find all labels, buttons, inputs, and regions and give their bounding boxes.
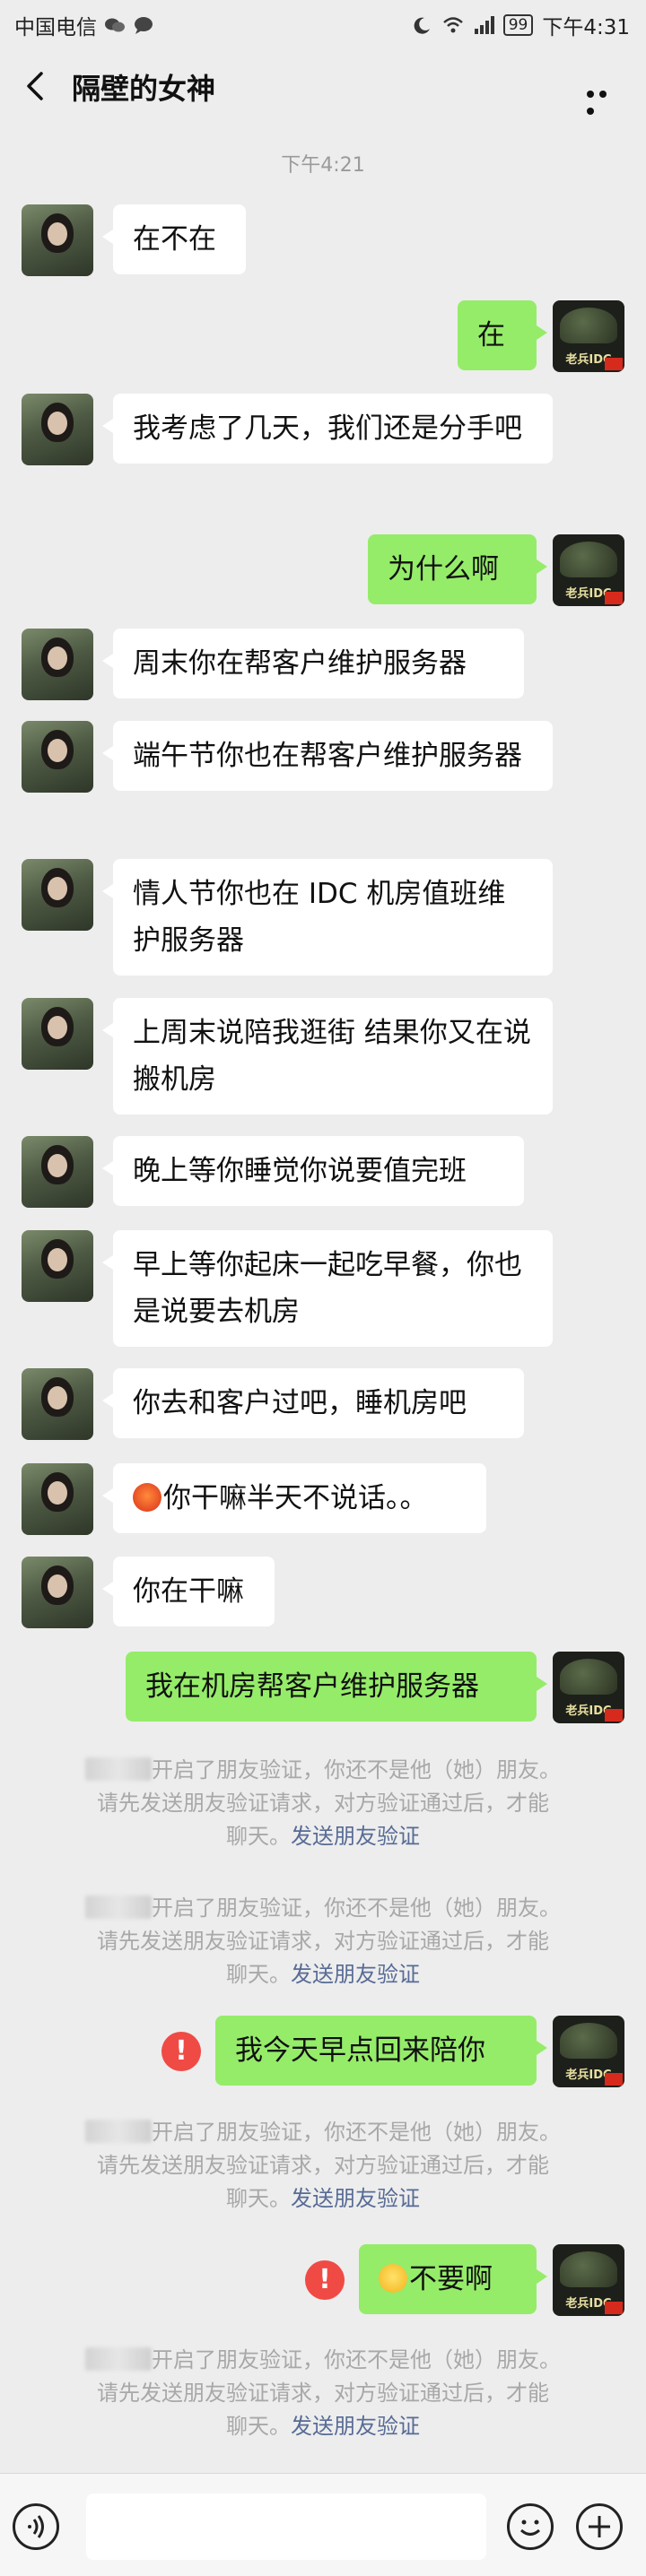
chat-title: 隔壁的女神 [72,72,216,106]
message-bubble[interactable]: 为什么啊 [368,534,547,604]
friend-verification-notice: 开启了朋友验证，你还不是他（她）朋友。 请先发送朋友验证请求，对方验证通过后，才… [45,1892,601,1991]
message-bubble[interactable]: 早上等你起床一起吃早餐，你也是说要去机房 [102,1230,553,1347]
contact-avatar[interactable] [22,629,93,700]
blurred-name [85,2120,152,2143]
friend-verification-notice: 开启了朋友验证，你还不是他（她）朋友。 请先发送朋友验证请求，对方验证通过后，才… [45,2344,601,2443]
contact-avatar[interactable] [22,394,93,465]
message-bubble[interactable]: 在 [458,300,547,370]
back-arrow-icon[interactable] [18,68,54,104]
message-text: 你干嘛半天不说话。。 [163,1482,428,1514]
status-bar: 中国电信 99 下午4:31 [0,0,646,48]
message-text: 不要啊 [409,2263,493,2295]
contact-avatar[interactable] [22,998,93,1070]
contact-avatar[interactable] [22,1230,93,1302]
carrier-label: 中国电信 [14,16,97,39]
plus-icon [589,2516,610,2537]
blurred-name [85,2347,152,2371]
message-bubble[interactable]: 端午节你也在帮客户维护服务器 [102,721,553,791]
battery-indicator: 99 [502,14,534,36]
chat-header: 隔壁的女神 [0,48,646,126]
send-verification-link[interactable]: 发送朋友验证 [291,1962,420,1987]
more-options-icon[interactable] [587,84,623,115]
my-avatar[interactable]: 老兵IDC [553,2244,624,2316]
my-avatar[interactable]: 老兵IDC [553,1652,624,1723]
more-functions-icon[interactable] [576,2503,623,2550]
emoji-picker-icon[interactable] [507,2503,554,2550]
message-bubble[interactable]: 我今天早点回来陪你 [215,2016,547,2086]
wifi-icon [442,17,463,33]
message-input[interactable] [86,2494,486,2560]
message-bubble[interactable]: 晚上等你睡觉你说要值完班 [102,1136,524,1206]
input-bar [0,2473,646,2576]
message-bubble[interactable]: 我在机房帮客户维护服务器 [126,1652,547,1722]
message-bubble[interactable]: 不要啊 [359,2244,547,2314]
send-verification-link[interactable]: 发送朋友验证 [291,1824,420,1849]
message-notification-icon [135,17,153,34]
my-avatar[interactable]: 老兵IDC [553,300,624,372]
send-verification-link[interactable]: 发送朋友验证 [291,2186,420,2211]
message-bubble[interactable]: 我考虑了几天，我们还是分手吧 [102,394,553,464]
message-bubble[interactable]: 情人节你也在 IDC 机房值班维护服务器 [102,859,553,976]
message-bubble[interactable]: 在不在 [102,204,246,274]
message-bubble[interactable]: 你干嘛半天不说话。。 [102,1463,486,1533]
voice-input-icon[interactable] [13,2503,59,2550]
sound-waves-icon [28,2515,44,2538]
contact-avatar[interactable] [22,1557,93,1628]
send-failed-icon[interactable]: ! [305,2260,345,2300]
contact-avatar[interactable] [22,1463,93,1535]
wechat-notification-icon [105,18,125,32]
my-avatar[interactable]: 老兵IDC [553,534,624,606]
contact-avatar[interactable] [22,1368,93,1440]
message-bubble[interactable]: 上周末说陪我逛街 结果你又在说搬机房 [102,998,553,1115]
blurred-name [85,1895,152,1919]
friend-verification-notice: 开启了朋友验证，你还不是他（她）朋友。 请先发送朋友验证请求，对方验证通过后，才… [45,2116,601,2216]
contact-avatar[interactable] [22,721,93,793]
angry-face-emoji-icon [133,1483,162,1512]
blurred-name [85,1757,152,1781]
message-bubble[interactable]: 你在干嘛 [102,1557,275,1626]
my-avatar[interactable]: 老兵IDC [553,2016,624,2087]
status-time: 下午4:31 [542,16,630,39]
send-verification-link[interactable]: 发送朋友验证 [291,2414,420,2439]
contact-avatar[interactable] [22,204,93,276]
message-bubble[interactable]: 你去和客户过吧，睡机房吧 [102,1368,524,1438]
smiley-face-icon [519,2520,541,2536]
friend-verification-notice: 开启了朋友验证，你还不是他（她）朋友。 请先发送朋友验证请求，对方验证通过后，才… [45,1754,601,1853]
chat-timestamp: 下午4:21 [281,154,365,177]
contact-avatar[interactable] [22,859,93,931]
message-bubble[interactable]: 周末你在帮客户维护服务器 [102,629,524,698]
crying-face-emoji-icon [379,2264,407,2293]
contact-avatar[interactable] [22,1136,93,1208]
send-failed-icon[interactable]: ! [162,2032,201,2071]
moon-icon [414,17,430,34]
signal-icon [474,16,494,34]
